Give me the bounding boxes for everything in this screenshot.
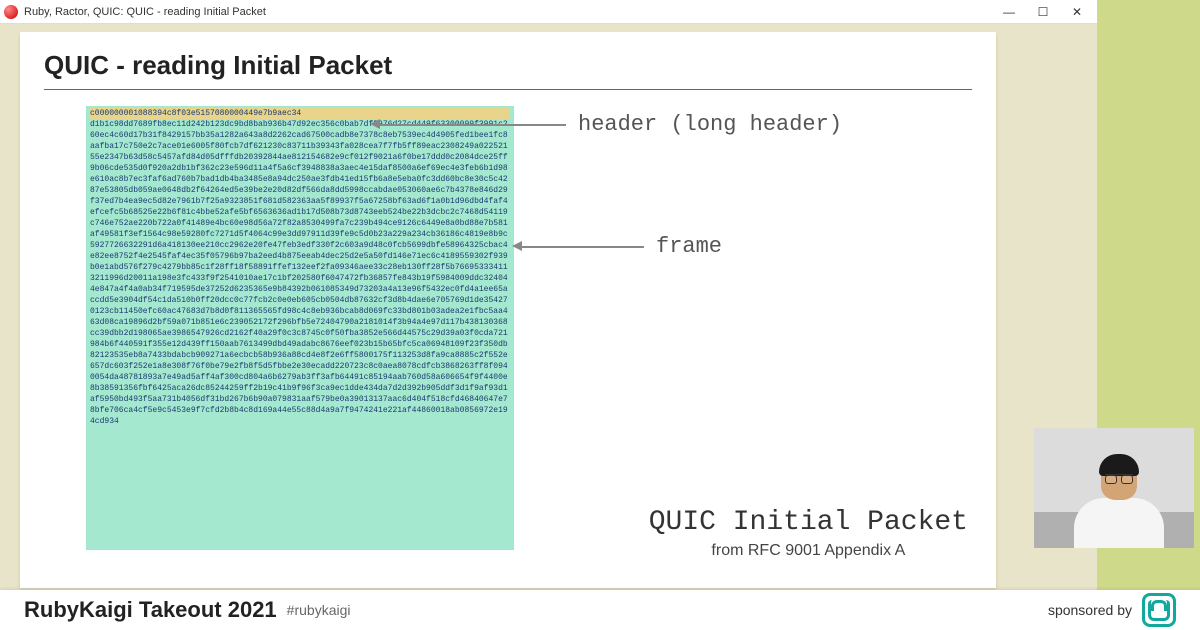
speaker-body	[1074, 498, 1164, 548]
sponsor-logo	[1142, 593, 1176, 627]
slide-title: QUIC - reading Initial Packet	[20, 32, 996, 89]
arrow-frame-line	[520, 246, 644, 248]
caption-main: QUIC Initial Packet	[649, 507, 968, 538]
speaker-hair	[1099, 454, 1139, 476]
hex-dump: c000000001088394c8f03e5157080000449e7b9a…	[86, 106, 514, 550]
speaker-bg	[1034, 428, 1194, 548]
app-window: Ruby, Ractor, QUIC: QUIC - reading Initi…	[0, 0, 1097, 590]
hex-header-bytes: c000000001088394c8f03e5157080000449e7b9a…	[90, 108, 510, 119]
window-title: Ruby, Ractor, QUIC: QUIC - reading Initi…	[24, 6, 993, 18]
caption-sub: from RFC 9001 Appendix A	[649, 542, 968, 560]
event-hashtag: #rubykaigi	[287, 602, 351, 618]
speaker-head	[1101, 458, 1137, 500]
sponsored-by-label: sponsored by	[1048, 602, 1132, 618]
speaker-person	[1069, 458, 1169, 548]
arrow-header-head	[370, 119, 380, 129]
footer: RubyKaigi Takeout 2021 #rubykaigi sponso…	[0, 590, 1200, 630]
hex-body-bytes: d1b1c98dd7689fb8ec11d242b123dc9bd8bab936…	[90, 120, 508, 426]
speaker-video	[1034, 428, 1194, 548]
caption: QUIC Initial Packet from RFC 9001 Append…	[649, 507, 968, 560]
arrow-header-line	[378, 124, 566, 126]
close-button[interactable]: ✕	[1061, 2, 1093, 22]
event-title: RubyKaigi Takeout 2021	[24, 597, 277, 623]
arrow-frame-head	[512, 241, 522, 251]
window-controls: ― ☐ ✕	[993, 2, 1093, 22]
slide: QUIC - reading Initial Packet c000000001…	[20, 32, 996, 588]
titlebar: Ruby, Ractor, QUIC: QUIC - reading Initi…	[0, 0, 1097, 24]
speaker-glasses	[1105, 474, 1133, 482]
divider	[44, 89, 972, 90]
slide-body: c000000001088394c8f03e5157080000449e7b9a…	[20, 102, 996, 582]
annotation-header: header (long header)	[578, 112, 842, 137]
minimize-button[interactable]: ―	[993, 2, 1025, 22]
maximize-button[interactable]: ☐	[1027, 2, 1059, 22]
app-icon	[4, 5, 18, 19]
annotation-frame: frame	[656, 234, 722, 259]
